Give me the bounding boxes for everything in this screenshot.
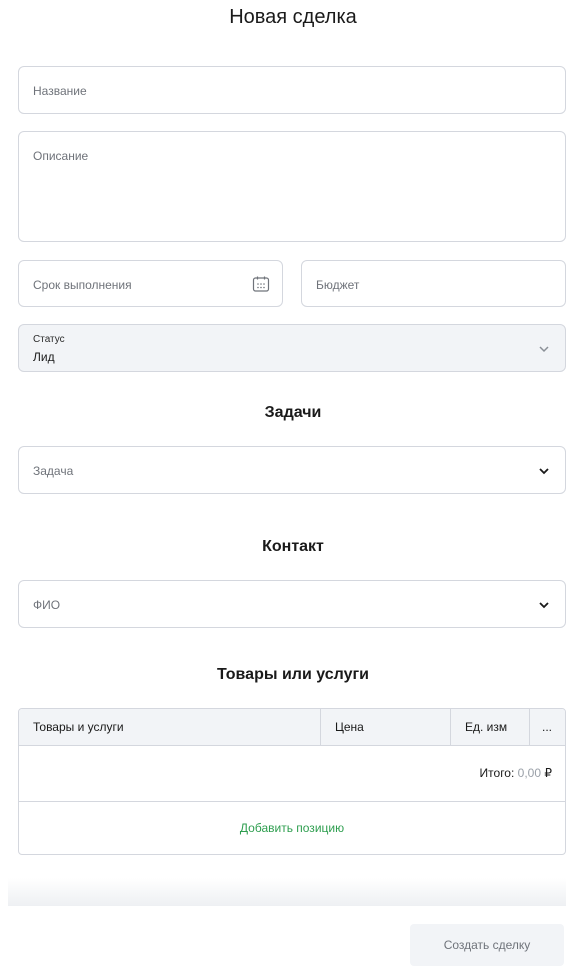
total-row: Итого: 0,00 ₽	[19, 746, 565, 802]
name-field[interactable]: Название	[18, 66, 566, 114]
description-field[interactable]: Описание	[18, 131, 566, 242]
add-position-link[interactable]: Добавить позицию	[19, 821, 565, 835]
calendar-icon[interactable]	[252, 275, 270, 293]
name-placeholder: Название	[33, 84, 87, 98]
column-unit: Ед. изм	[450, 709, 529, 746]
table-header: Товары и услуги Цена Ед. изм ...	[19, 709, 565, 746]
contact-heading: Контакт	[262, 538, 324, 555]
column-more-button[interactable]: ...	[529, 709, 565, 746]
chevron-down-icon	[539, 346, 549, 353]
deadline-field[interactable]: Срок выполнения	[18, 260, 283, 307]
total-amount: 0,00	[517, 766, 542, 780]
goods-table: Товары и услуги Цена Ед. изм ... Итого: …	[18, 708, 566, 855]
chevron-down-icon	[539, 602, 549, 609]
deadline-placeholder: Срок выполнения	[33, 278, 132, 292]
column-goods: Товары и услуги	[33, 720, 124, 734]
currency-sign: ₽	[544, 766, 552, 780]
status-label: Статус	[33, 334, 65, 345]
total-text: Итого: 0,00 ₽	[480, 766, 552, 780]
page-title: Новая сделка	[229, 6, 357, 28]
fio-select[interactable]: ФИО	[18, 580, 566, 628]
create-deal-button[interactable]: Создать сделку	[410, 924, 564, 966]
footer-divider	[8, 878, 566, 906]
chevron-down-icon	[539, 468, 549, 475]
status-value: Лид	[33, 350, 55, 364]
task-select[interactable]: Задача	[18, 446, 566, 494]
description-placeholder: Описание	[33, 149, 89, 163]
add-row: Добавить позицию	[19, 802, 565, 854]
goods-heading: Товары или услуги	[217, 666, 369, 683]
status-select[interactable]: Статус Лид	[18, 324, 566, 372]
budget-placeholder: Бюджет	[316, 278, 360, 292]
task-placeholder: Задача	[33, 464, 74, 478]
fio-placeholder: ФИО	[33, 598, 61, 612]
tasks-heading: Задачи	[264, 404, 322, 421]
total-label: Итого:	[479, 766, 515, 780]
budget-field[interactable]: Бюджет	[301, 260, 566, 307]
column-price: Цена	[320, 709, 450, 746]
